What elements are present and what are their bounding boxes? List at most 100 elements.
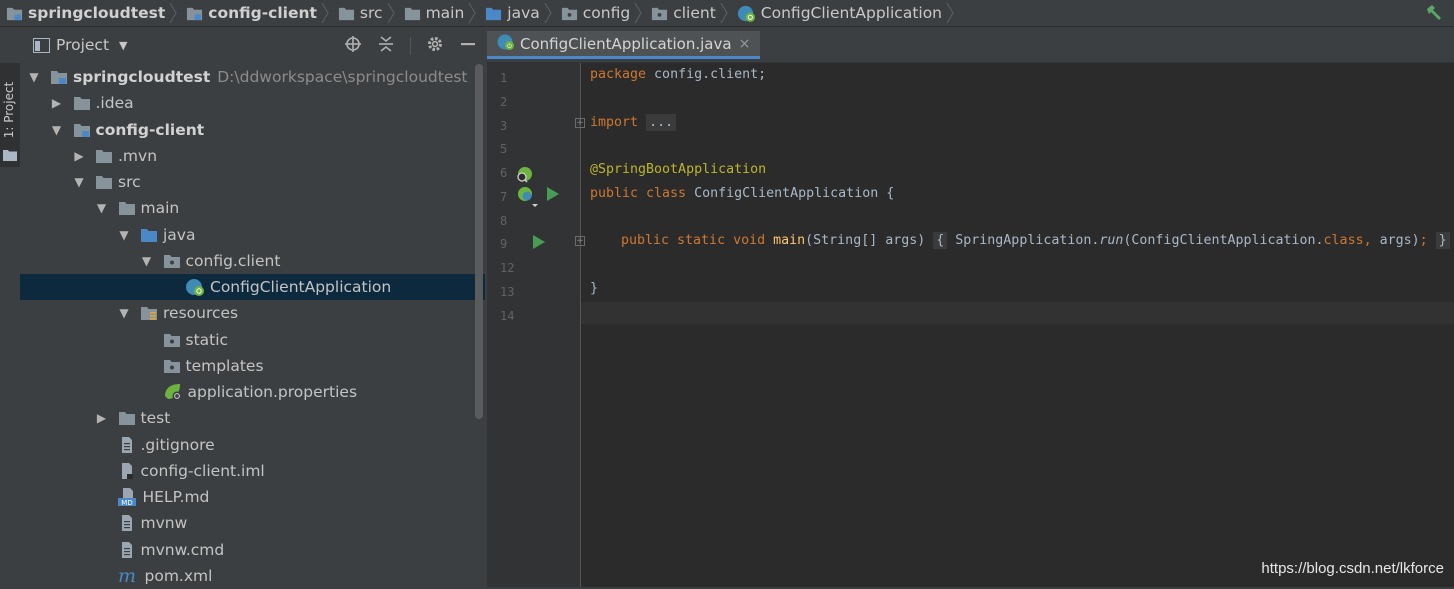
tree-node-label: test: [140, 409, 171, 428]
collapsed-arrow-icon[interactable]: ▶: [73, 149, 85, 163]
tree-node[interactable]: ▶ .mvn: [20, 143, 485, 169]
code-area[interactable]: package config.client; import ... @Sprin…: [581, 63, 1454, 587]
breadcrumb-separator-icon: [946, 2, 954, 24]
close-icon[interactable]: ×: [739, 36, 751, 52]
run-icon[interactable]: [533, 235, 545, 253]
expanded-arrow-icon[interactable]: ▼: [28, 70, 40, 84]
text-file-icon: [118, 436, 136, 454]
expanded-arrow-icon[interactable]: ▼: [118, 228, 130, 242]
breadcrumb-separator-icon: [634, 2, 642, 24]
static-method: run: [1099, 233, 1124, 248]
resources-folder-icon: [140, 304, 158, 322]
breadcrumb-item[interactable]: main: [398, 0, 480, 27]
expanded-arrow-icon[interactable]: ▼: [51, 123, 63, 137]
folded-imports[interactable]: ...: [646, 114, 677, 131]
breadcrumb-separator-icon: [720, 2, 728, 24]
module-folder-icon: [50, 68, 68, 86]
package-icon: [163, 252, 181, 270]
build-hammer-icon[interactable]: [1424, 3, 1444, 27]
spring-class-icon[interactable]: [516, 185, 538, 213]
breadcrumb-item[interactable]: src: [332, 0, 398, 27]
fold-marker-icon[interactable]: +: [575, 118, 585, 128]
tree-node[interactable]: ▼ config.client: [20, 248, 485, 274]
tree-node[interactable]: ▶mvnw.cmd: [20, 537, 485, 563]
module-folder-icon: [186, 5, 203, 22]
run-icon[interactable]: [547, 187, 559, 205]
spring-bean-icon[interactable]: [516, 165, 534, 187]
left-tool-stripe: 1: Project: [0, 27, 21, 587]
line-number: 8: [500, 214, 508, 228]
tree-node[interactable]: ▶mpom.xml: [20, 563, 485, 589]
tree-node-label: mvnw.cmd: [140, 540, 225, 559]
breadcrumb-item[interactable]: springcloudtest: [0, 0, 180, 27]
tree-node[interactable]: ▶application.properties: [20, 379, 485, 405]
semicolon: ;: [1419, 233, 1428, 248]
source-folder-icon: [485, 5, 502, 22]
tree-node[interactable]: ▼ config-client: [20, 117, 485, 143]
expanded-arrow-icon[interactable]: ▼: [118, 306, 130, 320]
tree-node[interactable]: ▶templates: [20, 353, 485, 379]
tab-label: ConfigClientApplication.java: [520, 34, 732, 53]
spring-class-icon: [737, 4, 756, 23]
tree-node[interactable]: ▶ConfigClientApplication: [20, 274, 485, 300]
tree-node[interactable]: ▶config-client.iml: [20, 458, 485, 484]
project-tool-window-button[interactable]: 1: Project: [0, 63, 20, 167]
tree-node-label: config.client: [185, 251, 281, 270]
code-text: (String[] args): [805, 233, 934, 248]
code-line: package config.client;: [590, 67, 766, 89]
tree-node[interactable]: ▼ springcloudtest D:\ddworkspace\springclo…: [20, 64, 485, 90]
project-view-selector[interactable]: Project ▼: [33, 36, 128, 54]
tree-node[interactable]: ▶.gitignore: [20, 432, 485, 458]
breadcrumb-item[interactable]: ConfigClientApplication: [731, 0, 957, 27]
line-number: 13: [500, 285, 515, 299]
tree-node[interactable]: ▼ java: [20, 222, 485, 248]
fold-marker-icon[interactable]: +: [575, 236, 585, 246]
code-line: }: [590, 281, 598, 303]
expanded-arrow-icon[interactable]: ▼: [141, 254, 153, 268]
tree-node-label: pom.xml: [144, 566, 213, 585]
tree-node[interactable]: ▼ main: [20, 195, 485, 221]
breadcrumb-separator-icon: [468, 2, 476, 24]
tree-node-label: ConfigClientApplication: [210, 278, 392, 296]
tab-config-client-application[interactable]: ⏻ ConfigClientApplication.java ×: [487, 31, 761, 59]
folder-icon: [338, 5, 355, 22]
navigation-bar: springcloudtest config-client src main java c…: [0, 0, 1454, 27]
tree-node[interactable]: ▶mvnw: [20, 510, 485, 536]
locate-file-icon[interactable]: [344, 35, 362, 57]
collapse-all-icon[interactable]: [377, 35, 395, 57]
line-number: 1: [500, 71, 508, 85]
code-text: }: [590, 281, 599, 296]
folder-icon: [404, 5, 421, 22]
tree-node-label: springcloudtest: [73, 68, 211, 86]
gear-icon[interactable]: [426, 35, 444, 57]
breadcrumb-item[interactable]: config-client: [180, 0, 332, 27]
tree-node[interactable]: ▶MDHELP.md: [20, 484, 485, 510]
project-tree-scrollbar[interactable]: [475, 64, 483, 419]
tree-node[interactable]: ▶static: [20, 327, 485, 353]
breadcrumb-separator-icon: [544, 2, 552, 24]
project-panel: Project ▼ ▼ springcloudtest D:\ddworkspace…: [20, 27, 485, 587]
method-name: main: [773, 233, 806, 248]
tree-node-label: templates: [185, 356, 264, 375]
expanded-arrow-icon[interactable]: ▼: [73, 175, 85, 189]
package-icon: [163, 331, 181, 349]
collapsed-arrow-icon[interactable]: ▶: [96, 411, 108, 425]
breadcrumb-item[interactable]: java: [479, 0, 554, 27]
code-line: import ...: [590, 114, 677, 137]
tree-node[interactable]: ▼ resources: [20, 300, 485, 326]
fold-brace[interactable]: {: [933, 232, 948, 249]
tree-node[interactable]: ▶ .idea: [20, 90, 485, 116]
breadcrumb-label: src: [359, 4, 383, 22]
breadcrumb-label: client: [673, 4, 716, 22]
hide-panel-icon[interactable]: [459, 35, 477, 57]
expanded-arrow-icon[interactable]: ▼: [96, 201, 108, 215]
breadcrumb-item[interactable]: config: [555, 0, 645, 27]
text-file-icon: [118, 541, 136, 559]
breadcrumb-item[interactable]: client: [645, 0, 731, 27]
fold-brace[interactable]: }: [1435, 232, 1450, 249]
tree-node[interactable]: ▼ src: [20, 169, 485, 195]
tree-node[interactable]: ▶ test: [20, 405, 485, 431]
project-panel-title: Project: [56, 36, 110, 54]
keyword: import: [590, 115, 639, 130]
collapsed-arrow-icon[interactable]: ▶: [51, 96, 63, 110]
